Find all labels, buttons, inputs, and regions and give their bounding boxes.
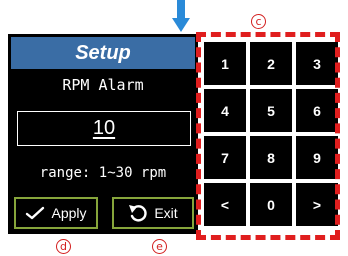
apply-button[interactable]: Apply	[14, 197, 98, 229]
annotation-c: c	[251, 14, 266, 29]
rpm-value-field[interactable]: 10	[17, 111, 191, 146]
exit-button[interactable]: Exit	[112, 197, 194, 229]
keypad-highlight-border	[196, 32, 340, 240]
undo-arrow-icon	[129, 205, 147, 222]
range-text: range: 1~30 rpm	[39, 165, 167, 181]
exit-label: Exit	[154, 205, 178, 221]
annotation-e: e	[152, 239, 167, 254]
annotation-d: d	[56, 239, 71, 254]
rpm-value: 10	[92, 117, 116, 139]
checkmark-icon	[26, 206, 45, 220]
rpm-alarm-label: RPM Alarm	[62, 76, 144, 94]
page-title: Setup	[11, 37, 195, 69]
setup-panel: Setup RPM Alarm 10 range: 1~30 rpm Apply…	[8, 34, 198, 234]
apply-label: Apply	[51, 205, 87, 221]
pointer-arrow-icon	[172, 0, 190, 32]
